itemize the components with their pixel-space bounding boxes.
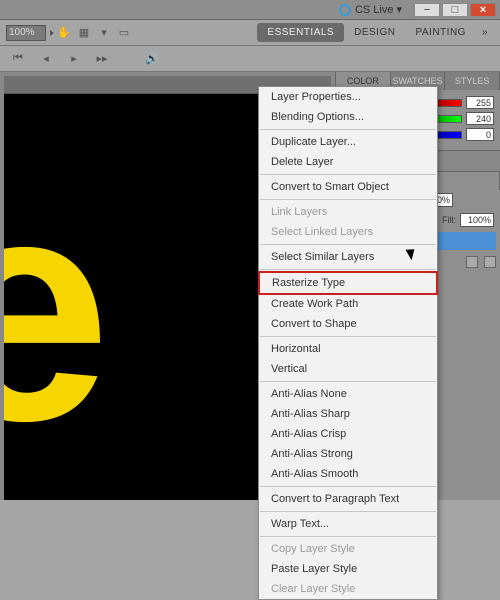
arrange-icon[interactable]: ▾ <box>96 25 112 41</box>
context-menu-separator <box>260 486 436 487</box>
canvas-text-layer: le <box>4 124 91 492</box>
workspace-painting[interactable]: PAINTING <box>405 23 475 42</box>
context-menu-separator <box>260 174 436 175</box>
context-menu-item: Link Layers <box>259 202 437 222</box>
tab-styles[interactable]: STYLES <box>445 72 500 90</box>
link-icon[interactable] <box>466 256 478 268</box>
context-menu-item[interactable]: Convert to Smart Object <box>259 177 437 197</box>
speaker-icon[interactable]: 🔊 <box>144 51 160 67</box>
context-menu-separator <box>260 381 436 382</box>
play-icon[interactable]: ▸ <box>66 51 82 67</box>
context-menu-item[interactable]: Anti-Alias None <box>259 384 437 404</box>
context-menu-item[interactable]: Convert to Shape <box>259 314 437 334</box>
fill-input[interactable] <box>460 213 494 227</box>
titlebar: CS Live ▾ − □ × <box>0 0 500 20</box>
context-menu-item: Clear Layer Style <box>259 579 437 599</box>
context-menu-item[interactable]: Blending Options... <box>259 107 437 127</box>
window-close-button[interactable]: × <box>470 3 496 17</box>
cslive-label: CS Live <box>355 4 394 16</box>
workspace-essentials[interactable]: ESSENTIALS <box>257 23 344 42</box>
next-icon[interactable]: ▸▸ <box>94 51 110 67</box>
context-menu-separator <box>260 536 436 537</box>
fill-label: Fill: <box>442 215 456 225</box>
workspace-design[interactable]: DESIGN <box>344 23 405 42</box>
chevron-down-icon: ▾ <box>396 3 402 16</box>
zoom-input[interactable] <box>6 25 46 41</box>
context-menu[interactable]: Layer Properties...Blending Options... Du… <box>258 86 438 600</box>
cslive-button[interactable]: CS Live ▾ <box>339 3 402 16</box>
context-menu-item[interactable]: Anti-Alias Crisp <box>259 424 437 444</box>
context-menu-item: Select Linked Layers <box>259 222 437 242</box>
prev-icon[interactable]: ◂ <box>38 51 54 67</box>
window-minimize-button[interactable]: − <box>414 3 440 17</box>
grid-icon[interactable]: ▦ <box>76 25 92 41</box>
context-menu-separator <box>260 511 436 512</box>
context-menu-item[interactable]: Select Similar Layers <box>259 247 437 267</box>
hand-icon[interactable]: ✋ <box>56 25 72 41</box>
rewind-icon[interactable]: ⏮ <box>10 51 26 67</box>
context-menu-separator <box>260 129 436 130</box>
context-menu-item[interactable]: Anti-Alias Strong <box>259 444 437 464</box>
cslive-icon <box>339 4 351 16</box>
context-menu-item: Copy Layer Style <box>259 539 437 559</box>
context-menu-item[interactable]: Anti-Alias Smooth <box>259 464 437 484</box>
context-menu-item[interactable]: Vertical <box>259 359 437 379</box>
context-menu-separator <box>260 244 436 245</box>
context-menu-item[interactable]: Anti-Alias Sharp <box>259 404 437 424</box>
context-menu-item[interactable]: Horizontal <box>259 339 437 359</box>
context-menu-separator <box>260 199 436 200</box>
context-menu-item[interactable]: Duplicate Layer... <box>259 132 437 152</box>
trash-icon[interactable] <box>484 256 496 268</box>
zoom-control[interactable] <box>6 25 54 41</box>
context-menu-item[interactable]: Paste Layer Style <box>259 559 437 579</box>
context-menu-item[interactable]: Layer Properties... <box>259 87 437 107</box>
context-menu-separator <box>260 336 436 337</box>
context-menu-item[interactable]: Create Work Path <box>259 294 437 314</box>
options-bar: ✋ ▦ ▾ ▭ ESSENTIALS DESIGN PAINTING » <box>0 20 500 46</box>
playback-bar: ⏮ ◂ ▸ ▸▸ 🔊 <box>0 46 500 72</box>
context-menu-item[interactable]: Warp Text... <box>259 514 437 534</box>
context-menu-separator <box>260 269 436 270</box>
window-maximize-button[interactable]: □ <box>442 3 468 17</box>
workspace-more[interactable]: » <box>476 23 494 42</box>
workspace-switcher: ESSENTIALS DESIGN PAINTING » <box>257 23 494 42</box>
screen-icon[interactable]: ▭ <box>116 25 132 41</box>
context-menu-item[interactable]: Delete Layer <box>259 152 437 172</box>
context-menu-item[interactable]: Convert to Paragraph Text <box>259 489 437 509</box>
context-menu-item[interactable]: Rasterize Type <box>260 273 436 293</box>
chevron-down-icon[interactable] <box>50 30 54 36</box>
